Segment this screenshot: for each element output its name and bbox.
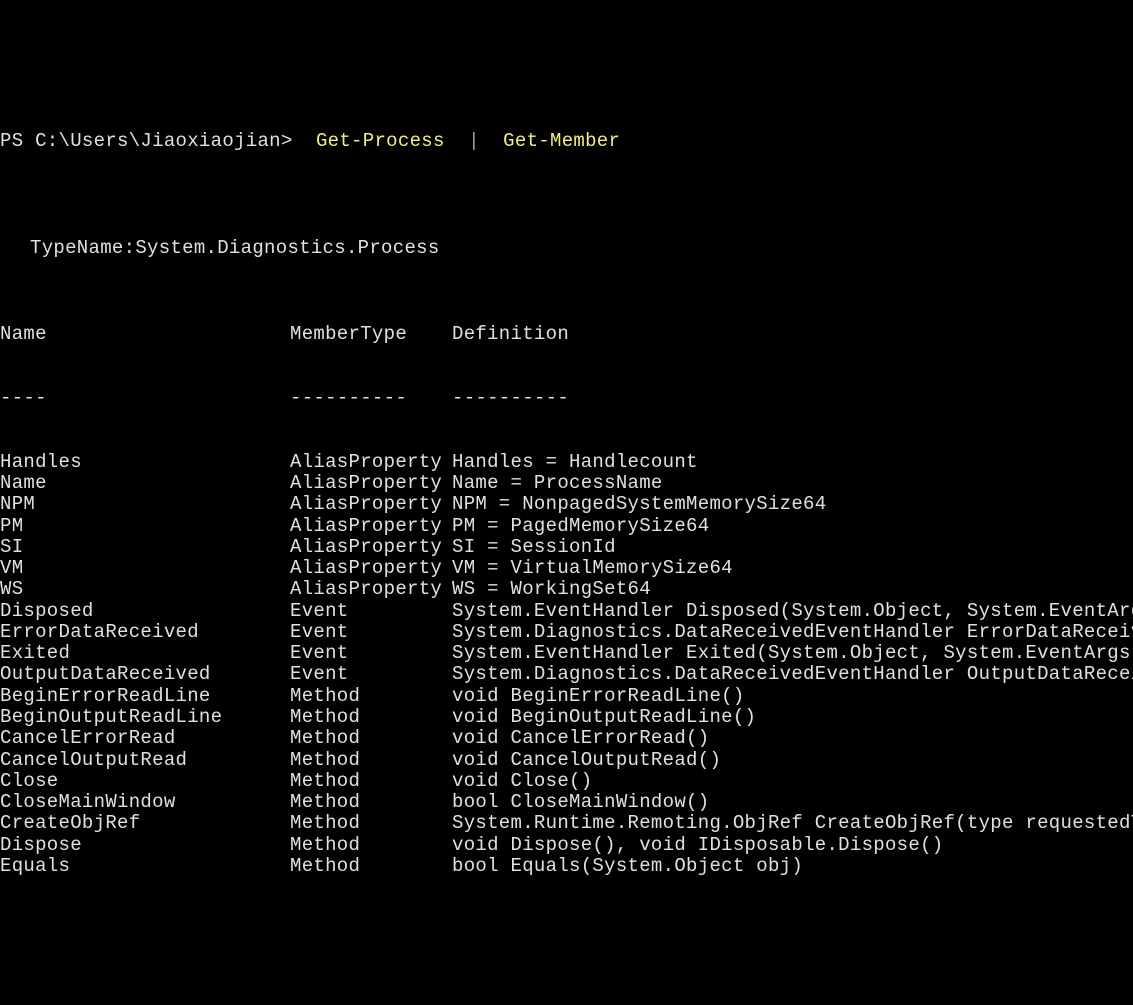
divider-definition: ----------: [452, 388, 569, 409]
member-type: Method: [290, 728, 452, 749]
member-row: OutputDataReceivedEventSystem.Diagnostic…: [0, 664, 1133, 685]
member-name: CancelErrorRead: [0, 728, 290, 749]
pipe-operator: |: [456, 130, 491, 152]
prompt-line: PS C:\Users\Jiaoxiaojian> Get-Process | …: [0, 131, 1133, 152]
member-definition: void BeginErrorReadLine(): [452, 686, 745, 707]
member-name: NPM: [0, 494, 290, 515]
member-type: Event: [290, 664, 452, 685]
divider-membertype: ----------: [290, 388, 452, 409]
member-name: SI: [0, 537, 290, 558]
member-type: Method: [290, 835, 452, 856]
member-name: Close: [0, 771, 290, 792]
command-get-process: Get-Process: [304, 130, 456, 152]
member-definition: NPM = NonpagedSystemMemorySize64: [452, 494, 826, 515]
header-name: Name: [0, 324, 290, 345]
member-row: CancelErrorReadMethodvoid CancelErrorRea…: [0, 728, 1133, 749]
member-type: AliasProperty: [290, 537, 452, 558]
member-name: Name: [0, 473, 290, 494]
member-definition: System.EventHandler Exited(System.Object…: [452, 643, 1133, 664]
divider-row: ------------------------: [0, 388, 1133, 409]
member-definition: System.Diagnostics.DataReceivedEventHand…: [452, 664, 1133, 685]
member-type: AliasProperty: [290, 558, 452, 579]
member-type: Method: [290, 707, 452, 728]
member-name: Disposed: [0, 601, 290, 622]
member-row: CreateObjRefMethodSystem.Runtime.Remotin…: [0, 813, 1133, 834]
member-row: BeginOutputReadLineMethodvoid BeginOutpu…: [0, 707, 1133, 728]
member-row: DisposedEventSystem.EventHandler Dispose…: [0, 601, 1133, 622]
member-definition: bool CloseMainWindow(): [452, 792, 709, 813]
member-name: CreateObjRef: [0, 813, 290, 834]
member-row: ErrorDataReceivedEventSystem.Diagnostics…: [0, 622, 1133, 643]
typename-line: TypeName:System.Diagnostics.Process: [0, 238, 1133, 259]
member-definition: void Dispose(), void IDisposable.Dispose…: [452, 835, 943, 856]
member-name: Equals: [0, 856, 290, 877]
member-name: CloseMainWindow: [0, 792, 290, 813]
member-row: CloseMainWindowMethodbool CloseMainWindo…: [0, 792, 1133, 813]
member-definition: WS = WorkingSet64: [452, 579, 651, 600]
divider-name: ----: [0, 388, 290, 409]
member-definition: void Close(): [452, 771, 592, 792]
member-name: ErrorDataReceived: [0, 622, 290, 643]
member-type: Method: [290, 856, 452, 877]
member-type: Method: [290, 771, 452, 792]
member-row: DisposeMethodvoid Dispose(), void IDispo…: [0, 835, 1133, 856]
member-type: Event: [290, 643, 452, 664]
member-row: PMAliasPropertyPM = PagedMemorySize64: [0, 516, 1133, 537]
member-definition: void BeginOutputReadLine(): [452, 707, 756, 728]
member-row: CancelOutputReadMethodvoid CancelOutputR…: [0, 750, 1133, 771]
member-name: CancelOutputRead: [0, 750, 290, 771]
terminal-output[interactable]: PS C:\Users\Jiaoxiaojian> Get-Process | …: [0, 85, 1133, 898]
member-name: Exited: [0, 643, 290, 664]
member-type: Event: [290, 601, 452, 622]
member-name: WS: [0, 579, 290, 600]
member-definition: void CancelErrorRead(): [452, 728, 709, 749]
header-definition: Definition: [452, 324, 569, 345]
member-type: Method: [290, 750, 452, 771]
member-type: Method: [290, 792, 452, 813]
member-name: BeginOutputReadLine: [0, 707, 290, 728]
member-definition: Name = ProcessName: [452, 473, 663, 494]
member-type: Event: [290, 622, 452, 643]
member-name: BeginErrorReadLine: [0, 686, 290, 707]
member-row: SIAliasPropertySI = SessionId: [0, 537, 1133, 558]
member-definition: void CancelOutputRead(): [452, 750, 721, 771]
member-definition: System.EventHandler Disposed(System.Obje…: [452, 601, 1133, 622]
member-name: VM: [0, 558, 290, 579]
member-name: PM: [0, 516, 290, 537]
member-type: AliasProperty: [290, 516, 452, 537]
member-row: WSAliasPropertyWS = WorkingSet64: [0, 579, 1133, 600]
member-rows: HandlesAliasPropertyHandles = Handlecoun…: [0, 452, 1133, 877]
member-row: NPMAliasPropertyNPM = NonpagedSystemMemo…: [0, 494, 1133, 515]
member-definition: VM = VirtualMemorySize64: [452, 558, 733, 579]
header-row: NameMemberTypeDefinition: [0, 324, 1133, 345]
member-type: AliasProperty: [290, 494, 452, 515]
member-definition: PM = PagedMemorySize64: [452, 516, 709, 537]
member-definition: Handles = Handlecount: [452, 452, 698, 473]
member-name: OutputDataReceived: [0, 664, 290, 685]
member-definition: SI = SessionId: [452, 537, 616, 558]
member-definition: bool Equals(System.Object obj): [452, 856, 803, 877]
member-type: AliasProperty: [290, 579, 452, 600]
member-row: HandlesAliasPropertyHandles = Handlecoun…: [0, 452, 1133, 473]
member-definition: System.Diagnostics.DataReceivedEventHand…: [452, 622, 1133, 643]
member-name: Dispose: [0, 835, 290, 856]
member-type: AliasProperty: [290, 473, 452, 494]
member-type: AliasProperty: [290, 452, 452, 473]
member-row: CloseMethodvoid Close(): [0, 771, 1133, 792]
member-type: Method: [290, 813, 452, 834]
command-get-member: Get-Member: [491, 130, 620, 152]
member-row: VMAliasPropertyVM = VirtualMemorySize64: [0, 558, 1133, 579]
member-type: Method: [290, 686, 452, 707]
member-row: ExitedEventSystem.EventHandler Exited(Sy…: [0, 643, 1133, 664]
member-name: Handles: [0, 452, 290, 473]
prompt-prefix: PS C:\Users\Jiaoxiaojian>: [0, 130, 304, 152]
member-row: BeginErrorReadLineMethodvoid BeginErrorR…: [0, 686, 1133, 707]
member-row: NameAliasPropertyName = ProcessName: [0, 473, 1133, 494]
member-row: EqualsMethodbool Equals(System.Object ob…: [0, 856, 1133, 877]
header-membertype: MemberType: [290, 324, 452, 345]
member-definition: System.Runtime.Remoting.ObjRef CreateObj…: [452, 813, 1133, 834]
